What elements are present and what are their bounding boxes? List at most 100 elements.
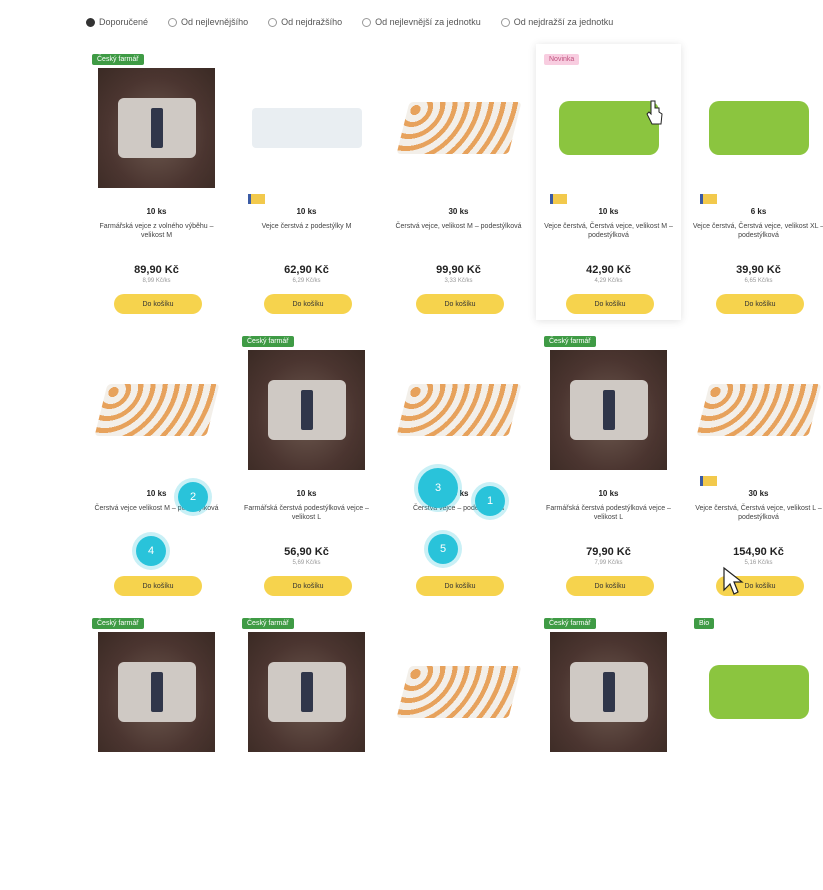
product-name[interactable]: Farmářská vejce z volného výběhu – velik… bbox=[90, 222, 223, 240]
egg-carton-image bbox=[267, 380, 346, 440]
add-to-cart-button[interactable]: Do košíku bbox=[716, 294, 804, 314]
add-to-cart-button[interactable]: Do košíku bbox=[264, 294, 352, 314]
product-card[interactable]: 30 ks Vejce čerstvá, Čerstvá vejce, velik… bbox=[686, 326, 823, 602]
product-badge: Novinka bbox=[544, 54, 580, 65]
unit-price: 4,29 Kč/ks bbox=[594, 278, 623, 284]
product-card[interactable]: Český farmář 10 ks Farmářská vejce z volné… bbox=[84, 44, 229, 320]
green-egg-box-image bbox=[558, 101, 659, 155]
product-card[interactable]: Český farmář bbox=[234, 608, 379, 884]
tutorial-step-marker[interactable]: 1 bbox=[475, 486, 505, 516]
product-badge: Český farmář bbox=[242, 336, 294, 347]
tutorial-step-marker[interactable]: 4 bbox=[136, 536, 166, 566]
sort-option-most-expensive[interactable]: Od nejdražšího bbox=[268, 17, 342, 27]
unit-price: 6,65 Kč/ks bbox=[744, 278, 773, 284]
unit-price: 3,33 Kč/ks bbox=[444, 278, 473, 284]
product-badge: Český farmář bbox=[544, 618, 596, 629]
product-card[interactable]: 6 ks Vejce čerstvá, Čerstvá vejce, veliko… bbox=[686, 44, 823, 320]
product-image[interactable] bbox=[700, 632, 817, 752]
egg-tray-image bbox=[396, 666, 521, 718]
product-row: Český farmář Český farmář Český farmář Bio bbox=[84, 608, 823, 890]
product-image[interactable] bbox=[396, 68, 521, 188]
add-to-cart-button[interactable]: Do košíku bbox=[114, 294, 202, 314]
product-card[interactable]: Český farmář bbox=[536, 608, 681, 884]
egg-carton-image bbox=[569, 662, 648, 722]
product-price: 99,90 Kč bbox=[436, 264, 481, 276]
product-weight: 6 ks bbox=[750, 207, 767, 216]
eu-label-icon bbox=[700, 194, 717, 204]
product-price: 56,90 Kč bbox=[284, 546, 329, 558]
product-name[interactable]: Vejce čerstvá, Čerstvá vejce, velikost X… bbox=[692, 222, 823, 240]
green-egg-box-image bbox=[708, 101, 809, 155]
product-name[interactable]: Vejce čerstvá, Čerstvá vejce, velikost L… bbox=[692, 504, 823, 522]
product-weight: 30 ks bbox=[448, 207, 469, 216]
product-image[interactable] bbox=[700, 68, 817, 188]
product-name[interactable]: Vejce čerstvá z podestýlky M bbox=[240, 222, 373, 231]
add-to-cart-button[interactable]: Do košíku bbox=[566, 294, 654, 314]
product-card[interactable]: Český farmář 10 ks Farmářská čerstvá podes… bbox=[536, 326, 681, 602]
product-weight: 10 ks bbox=[598, 207, 619, 216]
add-to-cart-button[interactable]: Do košíku bbox=[264, 576, 352, 596]
product-card[interactable] bbox=[386, 608, 531, 884]
product-badge: Český farmář bbox=[544, 336, 596, 347]
egg-tray-image bbox=[396, 102, 521, 154]
radio-selected-icon bbox=[86, 17, 95, 27]
sort-option-recommended[interactable]: Doporučené bbox=[86, 17, 148, 27]
product-image[interactable] bbox=[98, 632, 215, 752]
sort-option-cheapest[interactable]: Od nejlevnějšího bbox=[168, 17, 248, 27]
product-price: 39,90 Kč bbox=[736, 264, 781, 276]
product-image[interactable] bbox=[550, 350, 667, 470]
product-weight: 30 ks bbox=[448, 489, 469, 498]
radio-icon bbox=[268, 17, 278, 27]
egg-carton-image bbox=[267, 662, 346, 722]
product-name[interactable]: Čerstvá vejce – podestýlková bbox=[392, 504, 525, 513]
product-image[interactable] bbox=[248, 68, 365, 188]
product-image[interactable] bbox=[248, 632, 365, 752]
add-to-cart-button[interactable]: Do košíku bbox=[416, 294, 504, 314]
product-image[interactable] bbox=[550, 68, 667, 188]
unit-price: 6,29 Kč/ks bbox=[292, 278, 321, 284]
unit-price: 7,99 Kč/ks bbox=[594, 560, 623, 566]
product-price: 89,90 Kč bbox=[134, 264, 179, 276]
add-to-cart-button[interactable]: Do košíku bbox=[566, 576, 654, 596]
radio-icon bbox=[500, 17, 510, 27]
product-card[interactable]: 30 ks Čerstvá vejce – podestýlková Do koší… bbox=[386, 326, 531, 602]
egg-carton-image bbox=[117, 98, 196, 158]
product-card[interactable]: 10 ks Vejce čerstvá z podestýlky M 62,90 K… bbox=[234, 44, 379, 320]
product-card[interactable]: 30 ks Čerstvá vejce, velikost M – podestý… bbox=[386, 44, 531, 320]
add-to-cart-button[interactable]: Do košíku bbox=[416, 576, 504, 596]
product-weight: 30 ks bbox=[748, 489, 769, 498]
product-image[interactable] bbox=[696, 350, 821, 470]
product-card[interactable]: Novinka 10 ks Vejce čerstvá, Čerstvá vejce… bbox=[536, 44, 681, 320]
product-price: 79,90 Kč bbox=[586, 546, 631, 558]
green-egg-box-image bbox=[708, 665, 809, 719]
product-image[interactable] bbox=[396, 632, 521, 752]
tutorial-step-marker[interactable]: 3 bbox=[418, 468, 458, 508]
eu-label-icon bbox=[700, 476, 717, 486]
product-badge: Český farmář bbox=[92, 618, 144, 629]
product-name[interactable]: Farmářská čerstvá podestýlková vejce – v… bbox=[542, 504, 675, 522]
product-weight: 10 ks bbox=[296, 489, 317, 498]
tutorial-step-marker[interactable]: 2 bbox=[178, 482, 208, 512]
tutorial-step-marker[interactable]: 5 bbox=[428, 534, 458, 564]
product-image[interactable] bbox=[248, 350, 365, 470]
sort-option-most-expensive-per-unit[interactable]: Od nejdražší za jednotku bbox=[500, 17, 613, 27]
product-image[interactable] bbox=[94, 350, 219, 470]
product-weight: 10 ks bbox=[598, 489, 619, 498]
product-name[interactable]: Čerstvá vejce, velikost M – podestýlková bbox=[392, 222, 525, 231]
egg-carton-image bbox=[569, 380, 648, 440]
eu-label-icon bbox=[550, 194, 567, 204]
product-card[interactable]: Český farmář 10 ks Farmářská čerstvá podes… bbox=[234, 326, 379, 602]
sort-option-cheapest-per-unit[interactable]: Od nejlevnější za jednotku bbox=[362, 17, 481, 27]
eu-label-icon bbox=[248, 194, 265, 204]
product-image[interactable] bbox=[98, 68, 215, 188]
product-card[interactable]: Bio bbox=[686, 608, 823, 884]
product-name[interactable]: Vejce čerstvá, Čerstvá vejce, velikost M… bbox=[542, 222, 675, 240]
egg-tray-image bbox=[696, 384, 821, 436]
product-card[interactable]: Český farmář bbox=[84, 608, 229, 884]
product-image[interactable] bbox=[396, 350, 521, 470]
product-image[interactable] bbox=[550, 632, 667, 752]
product-weight: 10 ks bbox=[296, 207, 317, 216]
add-to-cart-button[interactable]: Do košíku bbox=[114, 576, 202, 596]
product-name[interactable]: Farmářská čerstvá podestýlková vejce – v… bbox=[240, 504, 373, 522]
product-badge: Český farmář bbox=[242, 618, 294, 629]
